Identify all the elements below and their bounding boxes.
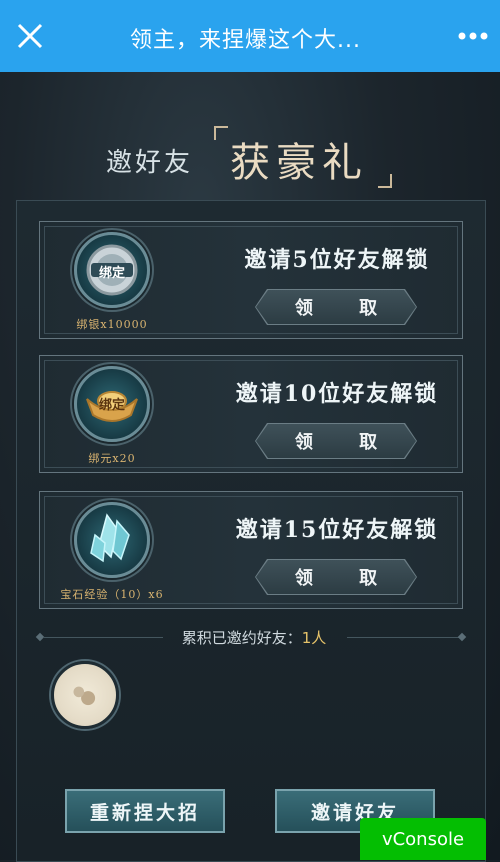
bound-label: 绑定 — [98, 398, 125, 413]
event-heading: 邀好友 获豪礼 — [0, 126, 500, 190]
reward-card: 绑定 绑元x20 邀请10位好友解锁 领 取 — [39, 355, 463, 473]
unlock-condition: 邀请15位好友解锁 — [235, 517, 439, 543]
reward-card: 宝石经验（10）x6 邀请15位好友解锁 领 取 — [39, 491, 463, 609]
crystal-gem-icon — [74, 502, 150, 578]
heading-invite-text: 邀好友 — [106, 148, 194, 178]
bound-label: 绑定 — [98, 266, 125, 281]
vconsole-button[interactable]: vConsole — [360, 818, 486, 860]
friend-avatar[interactable] — [51, 661, 119, 729]
heading-bracket-right — [378, 174, 392, 188]
invited-count-text: 累积已邀约好友：1人 — [161, 627, 347, 648]
divider-ornament — [457, 632, 467, 642]
gold-ingot-bound-icon: 绑定 — [74, 366, 150, 442]
divider-line — [43, 637, 163, 638]
rewards-panel: 绑定 绑银x10000 邀请5位好友解锁 领 取 绑定 绑元x20 邀请10位好… — [16, 200, 486, 862]
invited-summary: 累积已邀约好友：1人 — [17, 625, 485, 649]
unlock-condition: 邀请5位好友解锁 — [244, 247, 430, 273]
reward-amount: 绑银x10000 — [76, 318, 148, 331]
top-nav-bar: 领主，来捏爆这个大... — [0, 0, 500, 72]
heading-bracket-left — [214, 126, 228, 140]
invited-label: 累积已邀约好友： — [181, 629, 302, 647]
invited-count: 1人 — [301, 629, 327, 647]
heading-gift-text: 获豪礼 — [230, 140, 368, 186]
divider-line — [347, 637, 459, 638]
close-icon[interactable] — [16, 22, 44, 50]
claim-button[interactable]: 领 取 — [256, 560, 416, 594]
claim-button[interactable]: 领 取 — [256, 424, 416, 458]
reward-card: 绑定 绑银x10000 邀请5位好友解锁 领 取 — [39, 221, 463, 339]
claim-button[interactable]: 领 取 — [256, 290, 416, 324]
reward-amount: 绑元x20 — [88, 452, 136, 465]
unlock-condition: 邀请10位好友解锁 — [235, 381, 439, 407]
reward-amount: 宝石经验（10）x6 — [60, 588, 164, 601]
redo-skill-button[interactable]: 重新捏大招 — [65, 789, 225, 833]
more-icon[interactable] — [458, 28, 488, 44]
silver-coin-bound-icon: 绑定 — [74, 232, 150, 308]
page-title: 领主，来捏爆这个大... — [130, 28, 361, 53]
